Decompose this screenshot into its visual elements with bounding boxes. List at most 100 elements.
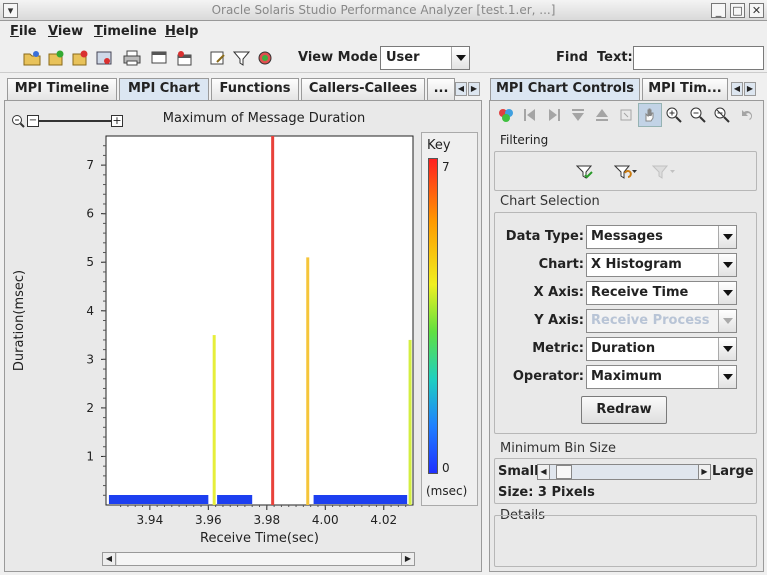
colors-icon[interactable] (496, 105, 516, 125)
filtering-title: Filtering (500, 133, 549, 147)
pan-hand-icon[interactable] (638, 103, 662, 127)
filter-undo-dropdown-icon[interactable] (613, 162, 639, 182)
chart-selection-value: Messages (591, 229, 663, 244)
left-tab-strip: MPI Timeline MPI Chart Functions Callers… (3, 76, 483, 100)
next-icon[interactable] (544, 105, 564, 125)
slider-right-icon[interactable]: ▶ (698, 465, 710, 479)
right-tab-strip: MPI Chart Controls MPI Tim... ◀ ▶ (488, 76, 764, 100)
chart-selection-value: X Histogram (591, 257, 682, 272)
chart-selection-select[interactable]: X Histogram (586, 253, 737, 277)
histogram-bar (212, 335, 216, 505)
window-menu-button[interactable]: ▾ (3, 3, 18, 18)
zoom-in-icon[interactable] (664, 105, 684, 125)
chart-selection-title: Chart Selection (500, 194, 600, 209)
tab-more[interactable]: ... (427, 78, 455, 100)
x-tick-label: 3.98 (253, 513, 280, 527)
drop-experiment-icon[interactable] (70, 48, 90, 68)
tab-mpi-chart-controls[interactable]: MPI Chart Controls (490, 78, 640, 100)
chart-selection-label: Y Axis: (534, 313, 584, 328)
reset-icon[interactable] (616, 105, 636, 125)
compare-icon[interactable] (256, 48, 276, 68)
tab-scroll-left-icon[interactable]: ◀ (455, 82, 467, 96)
x-tick-label: 4.00 (312, 513, 339, 527)
view-mode-value: User (386, 50, 420, 65)
scroll-right-icon[interactable]: ▶ (401, 553, 414, 565)
bin-size-value: Size: 3 Pixels (498, 485, 595, 500)
chart-key-panel: Key 7 0 (msec) (421, 132, 478, 506)
collect-icon[interactable] (94, 48, 114, 68)
chart-selection-select[interactable]: Duration (586, 337, 737, 361)
redraw-button[interactable]: Redraw (581, 396, 667, 424)
y-tick-label: 7 (86, 158, 94, 172)
first-icon[interactable] (520, 105, 540, 125)
mpi-chart-panel: − + Maximum of Message Duration 12345673… (4, 100, 482, 572)
horizontal-scrollbar[interactable]: ◀ ▶ (102, 552, 415, 566)
close-window-icon[interactable] (174, 48, 194, 68)
minimize-button[interactable]: _ (711, 3, 726, 18)
chart-selection-label: Chart: (538, 257, 584, 272)
title-bar: Oracle Solaris Studio Performance Analyz… (0, 0, 767, 21)
filter-icon[interactable] (232, 48, 252, 68)
tab-mpi-chart[interactable]: MPI Chart (119, 78, 209, 100)
chart-selection-select[interactable]: Receive Time (586, 281, 737, 305)
right-tab-scroll-left-icon[interactable]: ◀ (731, 82, 743, 96)
y-tick-label: 3 (86, 352, 94, 366)
histogram-bar (271, 136, 275, 505)
undo-icon[interactable] (736, 105, 756, 125)
mpi-chart-controls-panel: Filtering Chart Selection Data Type: Mess… (489, 100, 764, 572)
maximize-button[interactable]: □ (730, 3, 745, 18)
menu-view[interactable]: View (48, 24, 83, 39)
y-tick-label: 2 (86, 401, 94, 415)
menu-timeline[interactable]: Timeline (94, 24, 157, 39)
x-tick-label: 4.02 (370, 513, 397, 527)
y-tick-label: 6 (86, 207, 94, 221)
bin-size-slider[interactable]: ◀ ▶ (537, 464, 711, 480)
close-button[interactable]: ✕ (749, 3, 764, 18)
tab-mpi-timeline[interactable]: MPI Timeline (7, 78, 117, 100)
zoom-out-icon[interactable] (688, 105, 708, 125)
chevron-down-icon (718, 366, 736, 388)
chevron-down-icon (718, 254, 736, 276)
chart-selection-label: Metric: (532, 341, 584, 356)
find-text-input[interactable] (633, 46, 764, 70)
chart-selection-select[interactable]: Messages (586, 225, 737, 249)
filter-redo-dropdown-icon[interactable] (651, 162, 677, 182)
y-tick-label: 4 (86, 304, 94, 318)
chart-svg: 1 2 3 4 5 6 7 3.94 3.96 3.98 4.00 4.02 Receive Time(… (12, 135, 414, 546)
new-window-icon[interactable] (150, 48, 170, 68)
chart-selection-select[interactable]: Maximum (586, 365, 737, 389)
tab-functions[interactable]: Functions (211, 78, 299, 100)
filter-apply-icon[interactable] (575, 162, 595, 182)
x-tick-label: 3.96 (195, 513, 222, 527)
view-mode-select[interactable]: User (380, 46, 470, 70)
right-tab-scroll-right-icon[interactable]: ▶ (744, 82, 756, 96)
key-min-label: 0 (442, 461, 450, 475)
chevron-down-icon (718, 338, 736, 360)
y-tick-label: 5 (86, 255, 94, 269)
add-experiment-icon[interactable] (46, 48, 66, 68)
menu-help[interactable]: Help (165, 24, 198, 39)
view-mode-label: View Mode (298, 50, 378, 65)
print-icon[interactable] (122, 48, 142, 68)
scroll-thumb[interactable] (117, 553, 401, 565)
scroll-left-icon[interactable]: ◀ (103, 553, 116, 565)
up-icon[interactable] (592, 105, 612, 125)
chevron-down-icon (451, 47, 469, 69)
settings-icon[interactable] (208, 48, 228, 68)
histogram-bar (306, 257, 310, 505)
key-unit-label: (msec) (426, 484, 468, 498)
zoom-reset-icon[interactable] (712, 105, 732, 125)
down-icon[interactable] (568, 105, 588, 125)
details-group (494, 515, 757, 567)
menu-file[interactable]: File (10, 24, 37, 39)
slider-left-icon[interactable]: ◀ (538, 465, 550, 479)
chart-selection-label: X Axis: (533, 285, 584, 300)
chevron-down-icon (718, 310, 736, 332)
tab-scroll-right-icon[interactable]: ▶ (468, 82, 480, 96)
tab-mpi-timeline-controls[interactable]: MPI Tim... (642, 78, 728, 100)
slider-thumb[interactable] (556, 465, 572, 479)
chevron-down-icon (718, 282, 736, 304)
tab-callers-callees[interactable]: Callers-Callees (301, 78, 425, 100)
open-experiment-icon[interactable] (22, 48, 42, 68)
y-tick-label: 1 (86, 449, 94, 463)
